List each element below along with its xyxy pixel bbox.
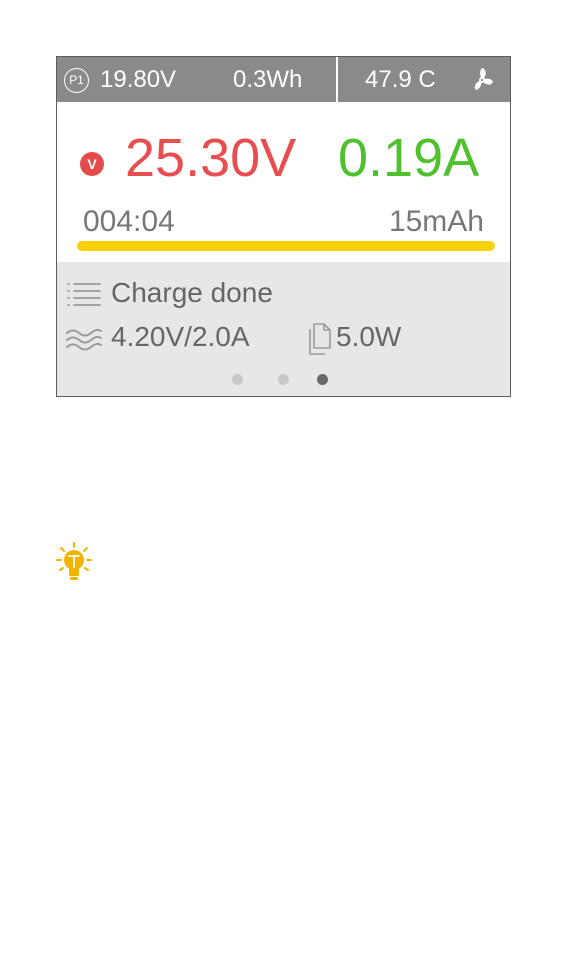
charge-progress-bar xyxy=(77,241,495,251)
status-divider xyxy=(336,57,338,102)
page-dot-3[interactable] xyxy=(317,374,328,385)
list-icon xyxy=(67,283,101,306)
fan-icon xyxy=(474,68,493,90)
temperature-readout: 47.9 C xyxy=(365,66,436,93)
wave-icon xyxy=(66,328,102,351)
output-current: 0.19A xyxy=(338,128,480,188)
info-panel: Charge done 4.20V/2.0A 5.0W xyxy=(57,262,510,396)
mode-badge: V xyxy=(80,152,104,176)
charge-progress-fill xyxy=(77,241,495,251)
capacity-readout: 15mAh xyxy=(388,205,484,238)
elapsed-timer: 004:04 xyxy=(83,205,175,238)
power-readout: 5.0W xyxy=(336,321,402,352)
energy-readout: 0.3Wh xyxy=(233,66,303,93)
page-dot-2[interactable] xyxy=(278,374,289,385)
main-readout: V 25.30V 0.19A 004:04 15mAh xyxy=(57,102,510,262)
document-icon xyxy=(309,323,331,355)
charger-screen: P1 19.80V 0.3Wh 47.9 C V 25.30V 0.19A 00… xyxy=(56,56,511,397)
status-bar: P1 19.80V 0.3Wh 47.9 C xyxy=(57,57,510,102)
output-voltage: 25.30V xyxy=(125,128,297,188)
page-dot-1[interactable] xyxy=(232,374,243,385)
input-voltage: 19.80V xyxy=(100,66,177,93)
lightbulb-icon xyxy=(56,542,92,580)
charge-status: Charge done xyxy=(111,277,273,308)
port-badge: P1 xyxy=(64,68,89,93)
charge-setting: 4.20V/2.0A xyxy=(111,321,250,352)
